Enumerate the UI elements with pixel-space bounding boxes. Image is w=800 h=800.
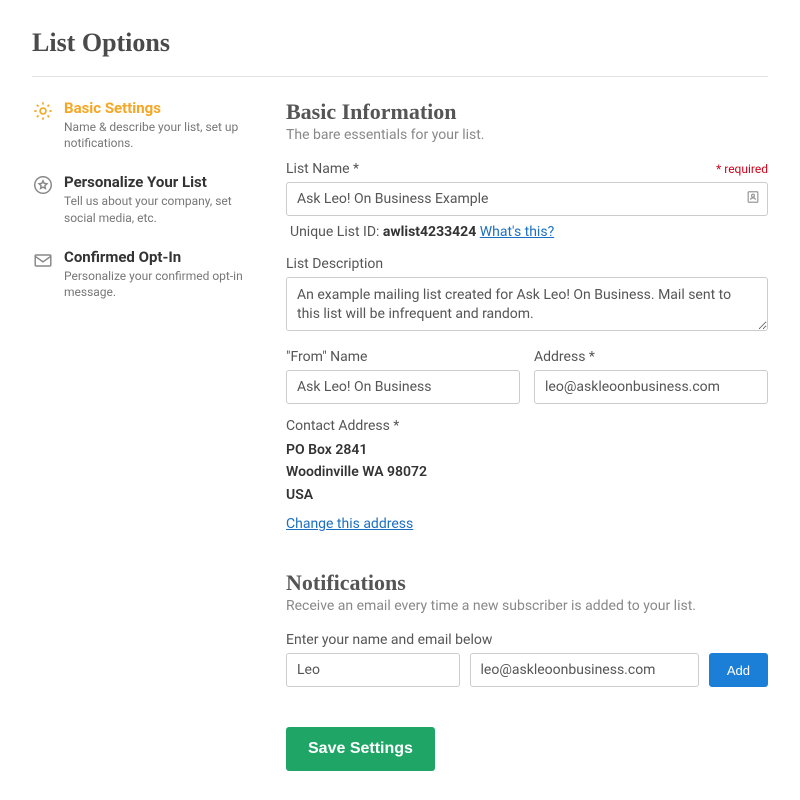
sidebar-item-label: Basic Settings [64,99,262,117]
list-description-label: List Description [286,256,768,272]
address-line: PO Box 2841 [286,439,768,461]
notification-email-input[interactable] [470,653,699,687]
from-name-label: "From" Name [286,349,520,365]
add-button[interactable]: Add [709,653,768,687]
address-label: Address * [534,349,768,365]
divider [32,76,768,77]
sidebar-item-label: Confirmed Opt-In [64,248,262,266]
page-title: List Options [32,28,768,58]
sidebar-item-confirmed-optin[interactable]: Confirmed Opt-In Personalize your confir… [32,248,262,300]
address-input[interactable] [534,370,768,404]
list-name-input[interactable] [286,182,768,216]
save-settings-button[interactable]: Save Settings [286,727,435,771]
sidebar-item-desc: Tell us about your company, set social m… [64,193,262,225]
change-address-link[interactable]: Change this address [286,516,413,532]
envelope-icon [32,249,54,271]
sidebar: Basic Settings Name & describe your list… [32,99,262,771]
list-name-label: List Name * [286,161,359,177]
section-subtitle-notifications: Receive an email every time a new subscr… [286,598,768,614]
sidebar-item-label: Personalize Your List [64,173,262,191]
contact-address-label: Contact Address * [286,418,768,434]
section-subtitle-basic: The bare essentials for your list. [286,127,768,143]
main-content: Basic Information The bare essentials fo… [286,99,768,771]
sidebar-item-personalize[interactable]: Personalize Your List Tell us about your… [32,173,262,225]
notification-instruction: Enter your name and email below [286,632,768,648]
address-line: USA [286,484,768,506]
sidebar-item-desc: Name & describe your list, set up notifi… [64,119,262,151]
required-note: * required [716,162,768,176]
list-description-input[interactable]: An example mailing list created for Ask … [286,277,768,331]
section-title-basic: Basic Information [286,99,768,125]
uid-help-link[interactable]: What's this? [480,224,554,240]
contact-address-block: PO Box 2841 Woodinville WA 98072 USA [286,439,768,506]
sidebar-item-desc: Personalize your confirmed opt-in messag… [64,268,262,300]
uid-label: Unique List ID: [290,224,379,240]
uid-value: awlist4233424 [383,224,476,240]
unique-id-line: Unique List ID: awlist4233424 What's thi… [290,224,768,240]
from-name-input[interactable] [286,370,520,404]
section-title-notifications: Notifications [286,570,768,596]
address-line: Woodinville WA 98072 [286,461,768,483]
notification-name-input[interactable] [286,653,460,687]
sidebar-item-basic-settings[interactable]: Basic Settings Name & describe your list… [32,99,262,151]
star-badge-icon [32,174,54,196]
gear-icon [32,100,54,122]
contact-card-icon [746,190,760,208]
